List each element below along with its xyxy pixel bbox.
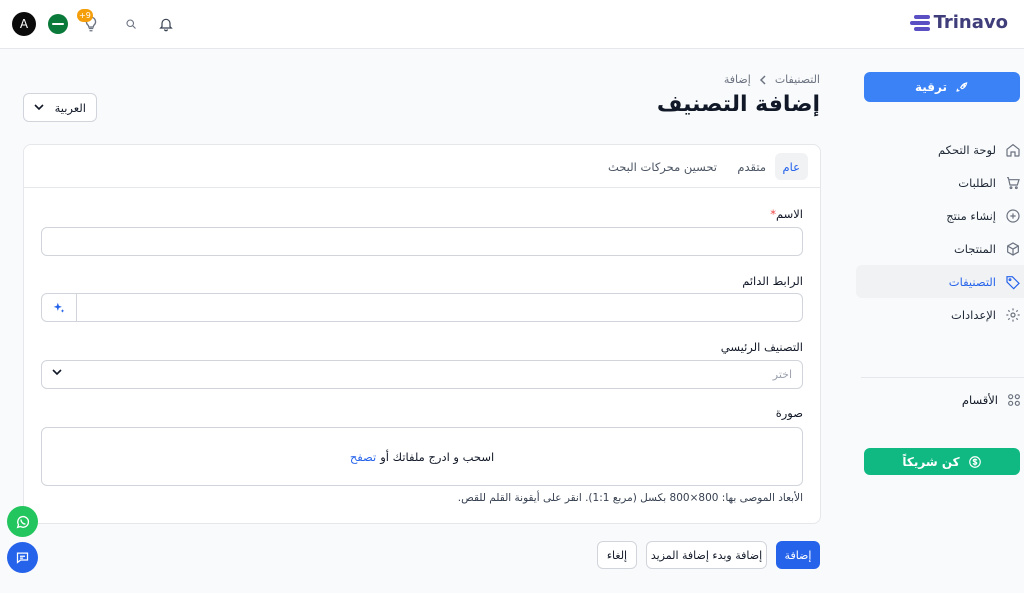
name-label: الاسم* (770, 207, 803, 221)
become-partner-button[interactable]: كن شريكاً (864, 448, 1020, 475)
sparkles-icon (53, 302, 65, 313)
plus-circle-icon (1004, 207, 1022, 225)
breadcrumb: التصنيفات إضافة (724, 73, 820, 86)
dropzone-text: اسحب و ادرج ملفاتك أو (380, 449, 495, 464)
sidebar: ترقية لوحة التحكم الطلبات إنشاء منتج الم… (856, 49, 1024, 593)
language-value: العربية (54, 100, 86, 115)
tag-icon (1004, 273, 1022, 291)
sidebar-item-dashboard[interactable]: لوحة التحكم (856, 133, 1024, 166)
sidebar-item-categories[interactable]: التصنيفات (856, 265, 1024, 298)
chevron-left-icon (759, 74, 766, 85)
upgrade-label: ترقية (914, 80, 947, 94)
chevron-down-icon (34, 104, 44, 111)
language-select[interactable]: العربية (23, 93, 97, 122)
brand-name: Trinavo (933, 12, 1008, 33)
notification-badge: +9 (77, 9, 93, 22)
chevron-down-icon (52, 369, 62, 376)
sidebar-item-label: لوحة التحكم (938, 142, 996, 157)
breadcrumb-current: إضافة (723, 73, 751, 86)
category-form-card: عام متقدم تحسين محركات البحث الاسم* الرا… (23, 144, 821, 524)
brand-logo[interactable]: Trinavo (909, 12, 1008, 33)
rocket-icon (956, 82, 968, 92)
sidebar-item-products[interactable]: المنتجات (856, 232, 1024, 265)
add-and-continue-button[interactable]: إضافة وبدء إضافة المزيد (646, 541, 767, 569)
tab-advanced[interactable]: متقدم (729, 153, 774, 180)
partner-label: كن شريكاً (902, 454, 960, 469)
cart-icon (1004, 174, 1022, 192)
avatar-letter: A (19, 17, 29, 31)
bell-icon[interactable] (158, 15, 174, 33)
permalink-input[interactable] (41, 293, 803, 322)
home-icon (1004, 141, 1022, 159)
tabs: عام متقدم تحسين محركات البحث (24, 145, 820, 188)
image-dropzone[interactable]: اسحب و ادرج ملفاتك أو تصفح (41, 427, 803, 486)
sidebar-item-create-product[interactable]: إنشاء منتج (856, 199, 1024, 232)
sidebar-item-label: المنتجات (953, 241, 996, 256)
tab-general[interactable]: عام (774, 153, 808, 180)
sidebar-item-label: إنشاء منتج (946, 208, 996, 223)
image-label: صورة (775, 406, 803, 420)
upgrade-button[interactable]: ترقية (864, 72, 1020, 102)
sidebar-divider (861, 377, 1024, 378)
sidebar-item-label: الإعدادات (951, 307, 996, 322)
parent-category-select[interactable]: اختر (41, 360, 803, 389)
permalink-label: الرابط الدائم (742, 274, 803, 288)
search-icon[interactable] (125, 18, 137, 30)
sidebar-item-settings[interactable]: الإعدادات (856, 298, 1024, 331)
cancel-button[interactable]: إلغاء (597, 541, 637, 569)
chat-icon (16, 552, 29, 564)
flag-icon[interactable] (48, 14, 68, 34)
parent-category-placeholder: اختر (772, 368, 792, 381)
name-input[interactable] (41, 227, 803, 256)
logo-mark-icon (909, 14, 930, 32)
browse-link[interactable]: تصفح (350, 450, 376, 464)
add-button[interactable]: إضافة (776, 541, 820, 569)
chat-button[interactable] (7, 542, 38, 573)
generate-slug-button[interactable] (42, 294, 77, 321)
whatsapp-icon (16, 515, 29, 528)
sidebar-item-label: الطلبات (958, 175, 996, 190)
gear-icon (1004, 306, 1022, 324)
breadcrumb-parent[interactable]: التصنيفات (775, 73, 820, 86)
user-avatar[interactable]: A (12, 12, 36, 36)
box-icon (1004, 240, 1022, 258)
sidebar-item-orders[interactable]: الطلبات (856, 166, 1024, 199)
sidebar-item-label: التصنيفات (948, 274, 996, 289)
sidebar-item-label: الأقسام (961, 393, 998, 407)
dollar-circle-icon (968, 455, 981, 468)
grid-icon (1008, 394, 1020, 406)
tab-seo[interactable]: تحسين محركات البحث (600, 153, 725, 180)
sidebar-nav: لوحة التحكم الطلبات إنشاء منتج المنتجات … (856, 133, 1024, 331)
whatsapp-button[interactable] (7, 506, 38, 537)
top-bar: A +9 Trinavo (0, 0, 1024, 49)
parent-category-label: التصنيف الرئيسي (720, 340, 803, 354)
sidebar-item-sections[interactable]: الأقسام (962, 388, 1022, 412)
image-hint: الأبعاد الموصى بها: 800×800 بكسل (مربع 1… (457, 492, 803, 504)
page-title: إضافة التصنيف (656, 92, 820, 117)
